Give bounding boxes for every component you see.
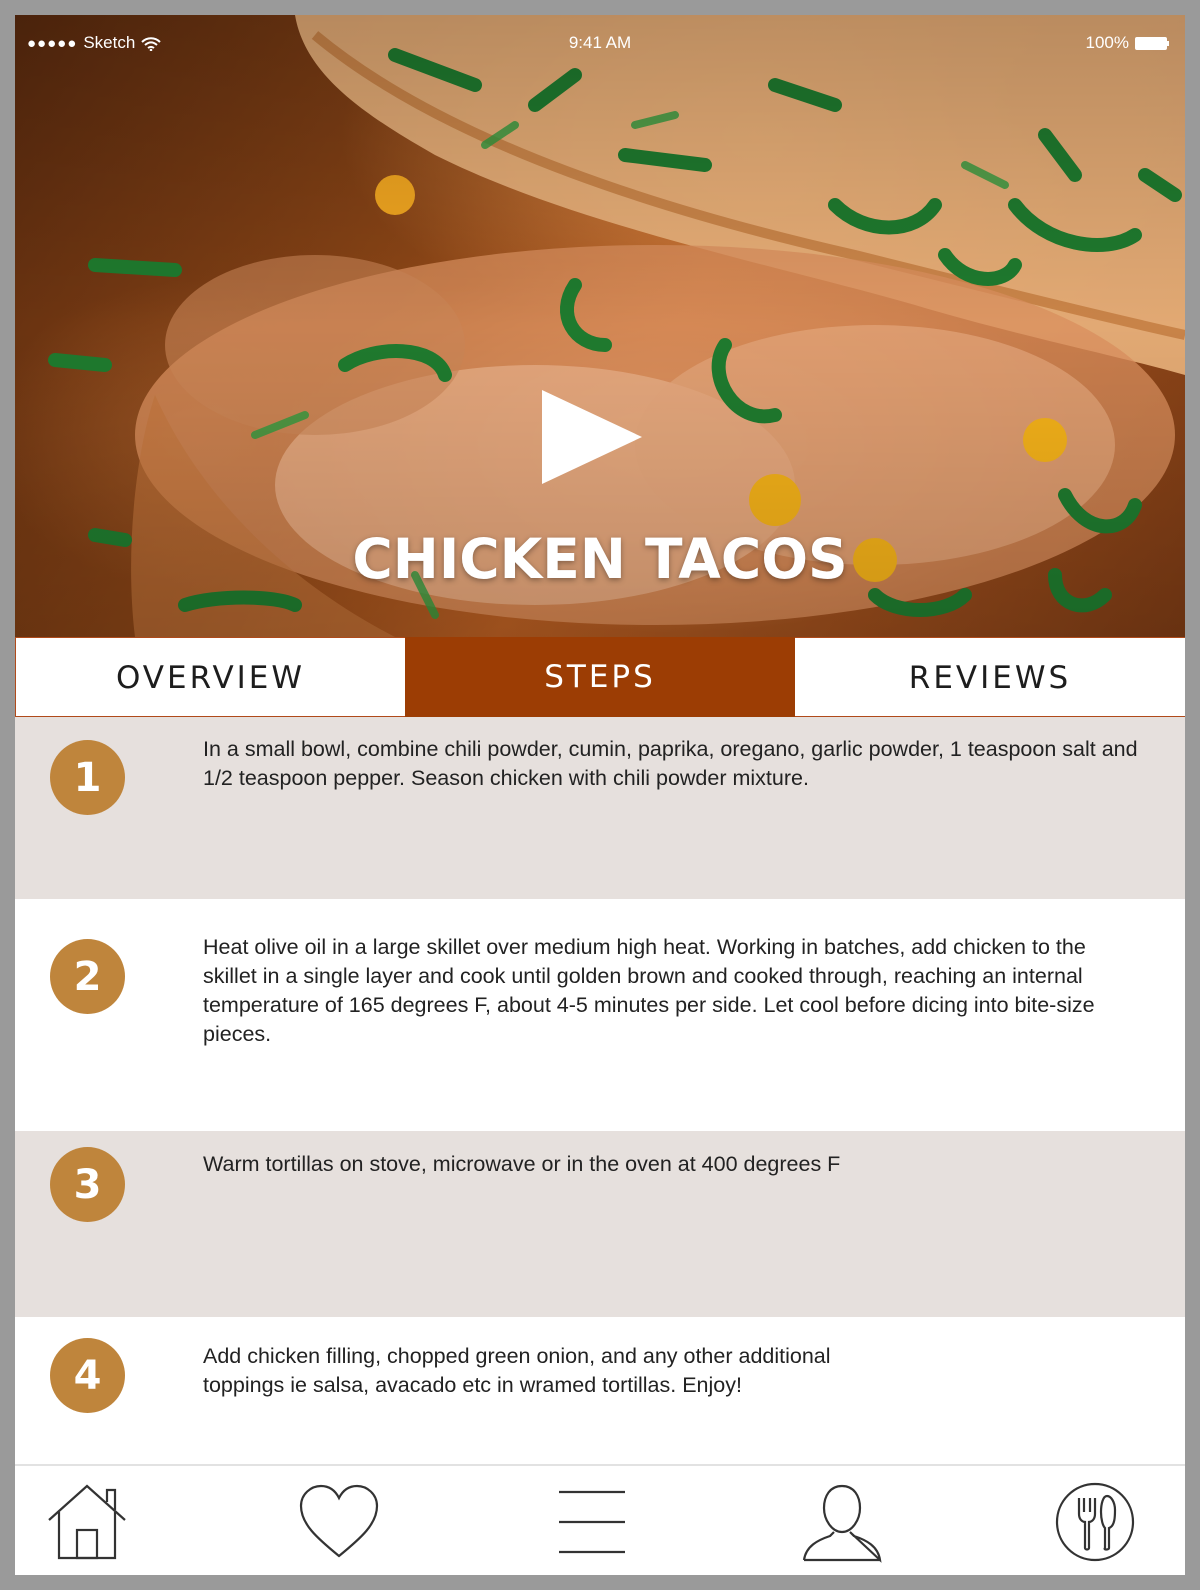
play-icon xyxy=(542,390,642,484)
step-number-badge: 4 xyxy=(50,1338,125,1413)
profile-icon xyxy=(802,1484,882,1563)
step-number-badge: 1 xyxy=(50,740,125,815)
nav-favorites[interactable] xyxy=(297,1480,381,1564)
tab-reviews[interactable]: REVIEWS xyxy=(795,637,1185,717)
step-number-badge: 2 xyxy=(50,939,125,1014)
step-text: In a small bowl, combine chili powder, c… xyxy=(203,737,1138,790)
battery-percent: 100% xyxy=(1085,33,1129,52)
recipe-tabs: OVERVIEW STEPS REVIEWS xyxy=(15,637,1185,717)
tab-steps[interactable]: STEPS xyxy=(405,637,795,717)
nav-menu[interactable] xyxy=(551,1480,635,1564)
tab-overview[interactable]: OVERVIEW xyxy=(15,637,405,717)
home-icon xyxy=(48,1484,126,1560)
step-number-badge: 3 xyxy=(50,1147,125,1222)
nav-recipes[interactable] xyxy=(1053,1480,1137,1564)
battery-icon xyxy=(1135,36,1169,50)
step-item: 3 Warm tortillas on stove, microwave or … xyxy=(15,1131,1185,1317)
nav-profile[interactable] xyxy=(800,1480,884,1564)
utensils-icon xyxy=(1055,1482,1135,1562)
hero-video[interactable]: ●●●●● Sketch 9:41 AM 100% CHICKEN TACOS xyxy=(15,15,1185,637)
heart-icon xyxy=(299,1484,379,1558)
status-battery-group: 100% xyxy=(1086,33,1169,53)
play-button[interactable] xyxy=(540,390,660,510)
step-item: 1 In a small bowl, combine chili powder,… xyxy=(15,717,1185,899)
step-text: Add chicken filling, chopped green onion… xyxy=(203,1344,831,1397)
step-text: Warm tortillas on stove, microwave or in… xyxy=(203,1152,841,1176)
status-time: 9:41 AM xyxy=(568,33,632,52)
recipe-title: CHICKEN TACOS xyxy=(352,527,848,591)
nav-home[interactable] xyxy=(45,1480,129,1564)
step-item: 4 Add chicken filling, chopped green oni… xyxy=(15,1317,1185,1466)
bottom-nav xyxy=(15,1464,1185,1575)
menu-icon xyxy=(559,1490,625,1554)
step-text: Heat olive oil in a large skillet over m… xyxy=(203,935,1095,1046)
steps-list: 1 In a small bowl, combine chili powder,… xyxy=(15,717,1185,1466)
tablet-screen: ●●●●● Sketch 9:41 AM 100% CHICKEN TACOS … xyxy=(15,15,1185,1575)
step-item: 2 Heat olive oil in a large skillet over… xyxy=(15,899,1185,1131)
status-bar: ●●●●● Sketch 9:41 AM 100% xyxy=(15,15,1185,71)
